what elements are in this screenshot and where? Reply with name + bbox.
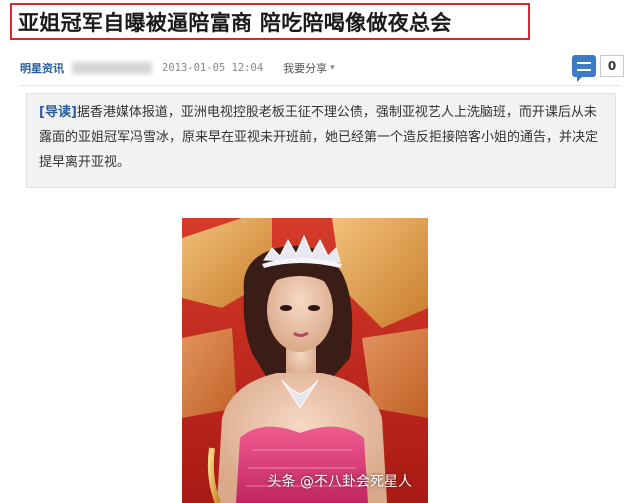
comment-widget[interactable]: 0 <box>572 55 624 82</box>
article-photo: 头条 @不八卦会死星人 <box>182 218 428 503</box>
article-title: 亚姐冠军自曝被逼陪富商 陪吃陪喝像做夜总会 <box>18 10 452 35</box>
lead-tag: [导读] <box>39 105 77 120</box>
lead-summary: [导读]据香港媒体报道，亚洲电视控股老板王征不理公债，强制亚视艺人上洗脑班，而开… <box>26 93 616 188</box>
comment-count[interactable]: 0 <box>600 55 624 77</box>
lead-text: 据香港媒体报道，亚洲电视控股老板王征不理公债，强制亚视艺人上洗脑班，而开课后从未… <box>39 105 599 170</box>
article-meta: 明星资讯 2013-01-05 12:04 我要分享 ▾ <box>20 56 620 80</box>
headline-highlight-box: 亚姐冠军自曝被逼陪富商 陪吃陪喝像做夜总会 <box>10 3 530 40</box>
source-link[interactable]: 明星资讯 <box>20 60 64 76</box>
divider <box>20 85 620 86</box>
share-label: 我要分享 <box>283 62 328 75</box>
publish-date: 2013-01-05 12:04 <box>162 62 264 74</box>
source-watermark: 头条 @不八卦会死星人 <box>267 474 412 490</box>
share-button[interactable]: 我要分享 ▾ <box>283 60 335 76</box>
chevron-down-icon: ▾ <box>330 63 335 73</box>
author-blurred <box>72 62 152 74</box>
comment-icon[interactable] <box>572 55 596 82</box>
